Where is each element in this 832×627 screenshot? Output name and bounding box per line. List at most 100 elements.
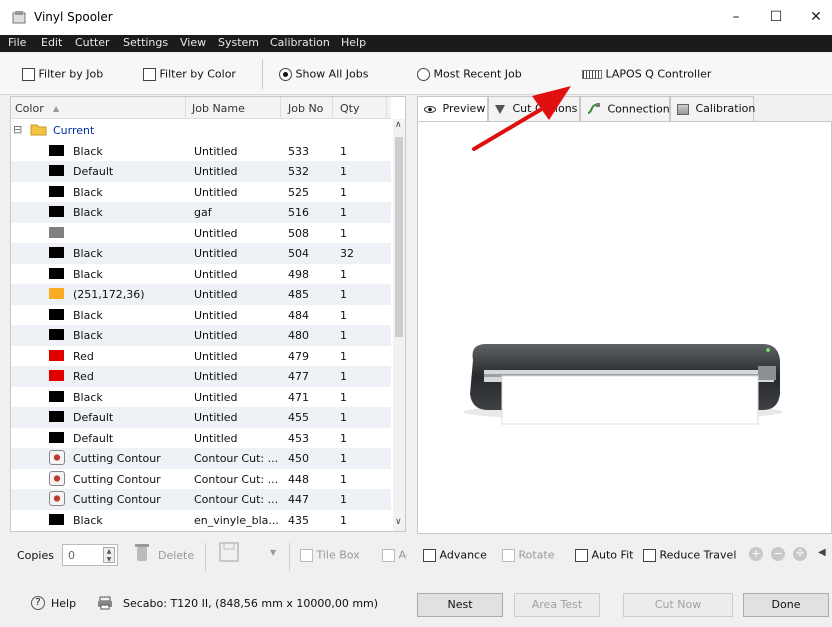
filter-by-color-checkbox[interactable]: Filter by Color bbox=[143, 67, 236, 81]
job-name-cell: Contour Cut: ... bbox=[194, 472, 279, 486]
cutter-plotter-image bbox=[463, 344, 783, 425]
checkbox-box[interactable] bbox=[300, 548, 313, 562]
help-icon[interactable]: ? bbox=[31, 596, 45, 610]
done-button[interactable]: Done bbox=[743, 593, 829, 617]
chevron-down-icon[interactable]: ▼ bbox=[270, 548, 276, 557]
job-no-cell: 447 bbox=[288, 493, 309, 506]
maximize-button[interactable]: ☐ bbox=[760, 6, 792, 28]
checkbox-box[interactable] bbox=[423, 548, 436, 562]
table-row[interactable]: Cutting Contour Contour Cut: ... 448 1 bbox=[11, 469, 391, 490]
copies-value[interactable]: 0 bbox=[68, 549, 75, 562]
minimize-button[interactable]: – bbox=[720, 6, 752, 28]
zoom-in-icon[interactable]: + bbox=[749, 547, 763, 561]
scroll-down-arrow[interactable]: ∨ bbox=[395, 517, 402, 527]
checkbox-box[interactable] bbox=[502, 548, 515, 562]
table-row[interactable]: Black gaf 516 1 bbox=[11, 202, 391, 223]
col-color-header[interactable]: Color bbox=[15, 102, 44, 115]
list-scrollbar[interactable]: ∧ ∨ bbox=[393, 119, 405, 531]
cut-now-button[interactable]: Cut Now bbox=[623, 593, 733, 617]
advance-checkbox[interactable]: Advance bbox=[423, 548, 487, 562]
column-divider[interactable] bbox=[386, 97, 387, 119]
table-row[interactable]: Default Untitled 455 1 bbox=[11, 407, 391, 428]
tab-connection[interactable]: Connection bbox=[580, 96, 670, 122]
help-link[interactable]: Help bbox=[51, 597, 76, 610]
job-name-cell: Contour Cut: ... bbox=[194, 493, 279, 506]
table-row[interactable]: (251,172,36) Untitled 485 1 bbox=[11, 284, 391, 305]
delete-button[interactable]: Delete bbox=[158, 549, 194, 562]
menu-view[interactable]: View bbox=[180, 36, 206, 49]
menu-file[interactable]: File bbox=[8, 36, 26, 49]
filter-by-job-checkbox[interactable]: Filter by Job bbox=[22, 67, 103, 81]
radio-dot[interactable] bbox=[417, 67, 430, 81]
table-row[interactable]: Red Untitled 479 1 bbox=[11, 346, 391, 367]
auto-fit-checkbox[interactable]: Auto Fit bbox=[575, 548, 633, 562]
controller-button[interactable]: LAPOS Q Controller bbox=[582, 67, 711, 81]
scroll-thumb[interactable] bbox=[395, 137, 403, 337]
copies-stepper[interactable]: 0 ▲ ▼ bbox=[62, 544, 118, 566]
color-swatch bbox=[49, 206, 64, 217]
column-divider[interactable] bbox=[332, 97, 333, 119]
job-name-cell: Untitled bbox=[194, 390, 238, 404]
tab-preview[interactable]: Preview bbox=[417, 96, 488, 123]
table-row[interactable]: Cutting Contour Contour Cut: ... 450 1 bbox=[11, 448, 391, 469]
menu-edit[interactable]: Edit bbox=[41, 36, 62, 49]
collapse-icon[interactable]: ⊟ bbox=[13, 123, 22, 136]
rotate-checkbox[interactable]: Rotate bbox=[502, 548, 555, 562]
menu-system[interactable]: System bbox=[218, 36, 259, 49]
contour-cut-icon bbox=[49, 450, 65, 465]
table-row[interactable]: Black Untitled 504 32 bbox=[11, 243, 391, 264]
table-row[interactable]: Untitled 508 1 bbox=[11, 223, 391, 244]
col-job-no-header[interactable]: Job No bbox=[288, 102, 323, 115]
checkbox-box[interactable] bbox=[575, 548, 588, 562]
table-row[interactable]: Black Untitled 498 1 bbox=[11, 264, 391, 285]
color-swatch bbox=[49, 349, 64, 361]
area-test-button[interactable]: Area Test bbox=[514, 593, 600, 617]
preview-pane bbox=[417, 121, 832, 534]
show-all-jobs-radio[interactable]: Show All Jobs bbox=[279, 67, 369, 81]
table-row[interactable]: Black Untitled 480 1 bbox=[11, 325, 391, 346]
job-name-cell: gaf bbox=[194, 206, 212, 219]
tab-calibration[interactable]: Calibration bbox=[670, 96, 755, 122]
qty-cell: 1 bbox=[340, 267, 347, 281]
stepper-arrows[interactable]: ▲ ▼ bbox=[103, 547, 115, 563]
table-row[interactable]: Cutting Contour Contour Cut: ... 447 1 bbox=[11, 489, 391, 510]
nest-button[interactable]: Nest bbox=[417, 593, 503, 617]
table-row[interactable]: Black Untitled 471 1 bbox=[11, 387, 391, 408]
tab-cut-options[interactable]: Cut Options bbox=[488, 96, 580, 122]
radio-dot[interactable] bbox=[279, 67, 292, 81]
most-recent-job-radio[interactable]: Most Recent Job bbox=[417, 67, 522, 81]
table-row[interactable]: Black Untitled 533 1 bbox=[11, 141, 391, 162]
zoom-out-icon[interactable]: − bbox=[771, 547, 785, 561]
zoom-fit-icon[interactable]: ✣ bbox=[793, 547, 807, 561]
scroll-left-icon[interactable]: ◀ bbox=[818, 547, 826, 558]
checkbox-box[interactable] bbox=[22, 67, 35, 81]
save-icon[interactable] bbox=[219, 542, 239, 565]
ad-checkbox[interactable]: Ad bbox=[382, 548, 407, 562]
qty-cell: 1 bbox=[340, 288, 347, 301]
scroll-up-arrow[interactable]: ∧ bbox=[395, 120, 402, 130]
table-row[interactable]: Default Untitled 532 1 bbox=[11, 161, 391, 182]
close-button[interactable]: ✕ bbox=[800, 6, 832, 28]
menu-calibration[interactable]: Calibration bbox=[270, 36, 330, 49]
column-divider[interactable] bbox=[280, 97, 281, 119]
menu-cutter[interactable]: Cutter bbox=[75, 36, 110, 49]
menu-help[interactable]: Help bbox=[341, 36, 366, 49]
checkbox-box[interactable] bbox=[382, 548, 395, 562]
checkbox-box[interactable] bbox=[143, 67, 156, 81]
menu-settings[interactable]: Settings bbox=[123, 36, 168, 49]
col-qty-header[interactable]: Qty bbox=[340, 102, 359, 115]
column-divider[interactable] bbox=[185, 97, 186, 119]
table-row[interactable]: Black en_vinyle_bla... 435 1 bbox=[11, 510, 391, 531]
table-row[interactable]: Black Untitled 525 1 bbox=[11, 182, 391, 203]
table-row[interactable]: Red Untitled 477 1 bbox=[11, 366, 391, 387]
tile-box-checkbox[interactable]: Tile Box bbox=[300, 548, 360, 562]
job-no-cell: 498 bbox=[288, 267, 309, 281]
group-row-current[interactable]: ⊟ Current bbox=[11, 120, 391, 141]
job-name-cell: Untitled bbox=[194, 308, 238, 322]
table-row[interactable]: Black Untitled 484 1 bbox=[11, 305, 391, 326]
checkbox-box[interactable] bbox=[643, 548, 656, 562]
options-bar: Copies 0 ▲▼ Delete ▼ Tile Box Ad Advance… bbox=[0, 535, 832, 580]
col-job-name-header[interactable]: Job Name bbox=[192, 102, 245, 115]
reduce-travel-checkbox[interactable]: Reduce Travel bbox=[643, 548, 736, 562]
table-row[interactable]: Default Untitled 453 1 bbox=[11, 428, 391, 449]
